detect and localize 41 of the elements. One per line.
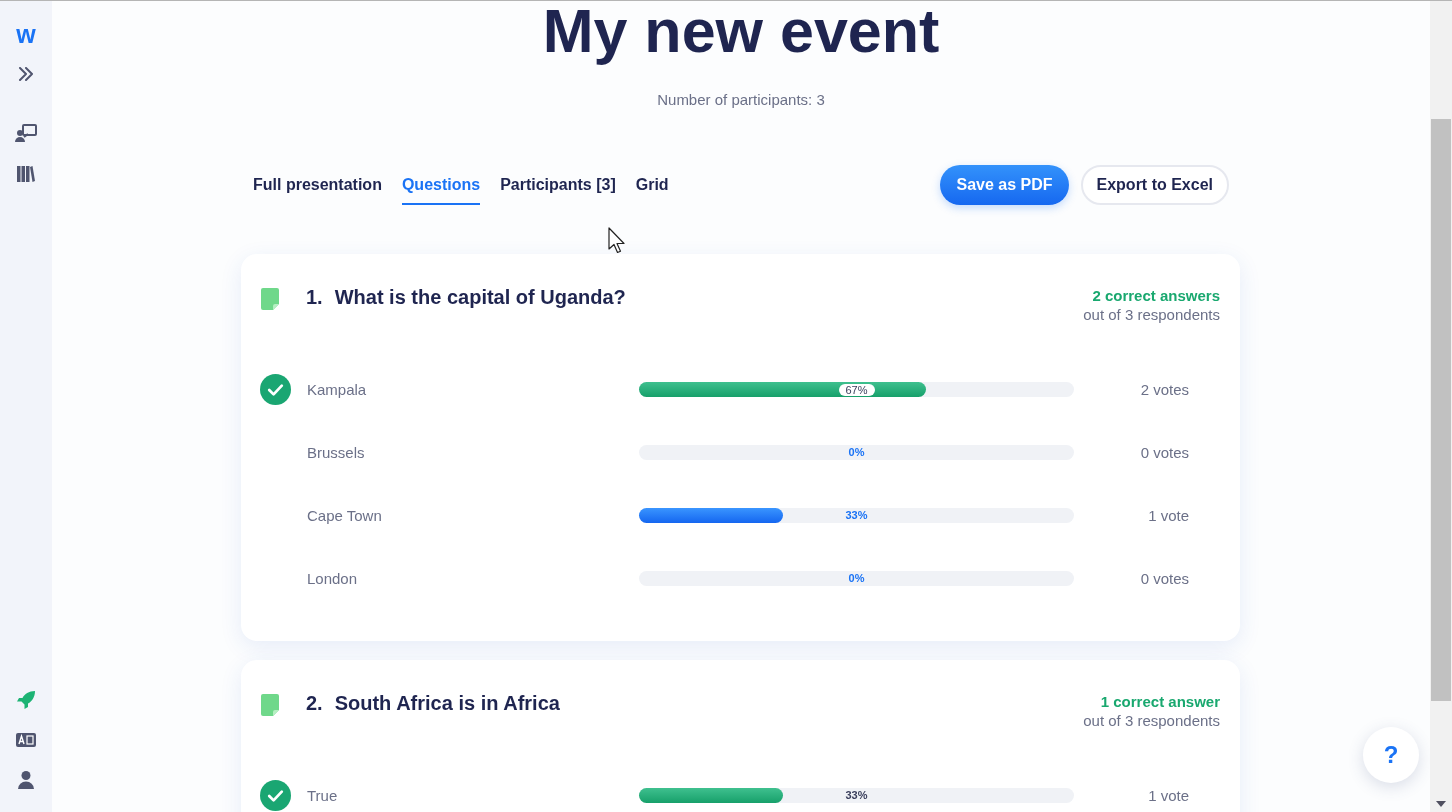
logo[interactable]: w [16, 23, 36, 45]
books-icon[interactable] [17, 164, 35, 182]
question-number: 1. [306, 285, 323, 309]
language-icon[interactable] [16, 733, 36, 747]
user-icon[interactable] [18, 771, 34, 789]
vote-count: 2 votes [1139, 381, 1190, 398]
vote-count: 0 votes [1139, 570, 1190, 587]
question-number: 2. [306, 691, 323, 715]
percent-label: 0% [848, 445, 865, 460]
correct-count: 1 correct answer [1099, 692, 1220, 711]
respondent-count: out of 3 respondents [1083, 711, 1220, 730]
save-pdf-button[interactable]: Save as PDF [940, 165, 1069, 205]
percent-label: 33% [845, 508, 868, 523]
correct-count: 2 correct answers [1091, 286, 1220, 305]
vote-count: 1 vote [1147, 507, 1190, 524]
scroll-down-arrow-icon[interactable] [1436, 801, 1446, 807]
answer-label: Cape Town [307, 507, 383, 524]
presenter-screen-icon[interactable] [15, 124, 37, 142]
answer-label: Brussels [307, 444, 366, 461]
participant-count: Number of participants: 3 [656, 90, 826, 110]
answer-label: London [307, 570, 359, 587]
percent-label: 33% [845, 788, 868, 803]
answer-label: True [307, 787, 339, 804]
export-excel-button[interactable]: Export to Excel [1080, 165, 1229, 205]
tab[interactable]: Participants [3] [500, 165, 616, 205]
answer-label: Kampala [307, 381, 368, 398]
vote-count: 0 votes [1139, 444, 1190, 461]
scrollbar-thumb[interactable] [1431, 119, 1451, 701]
scrollbar[interactable] [1430, 1, 1452, 812]
respondent-count: out of 3 respondents [1083, 305, 1220, 324]
percent-label: 0% [848, 571, 865, 586]
question-title: South Africa is in Africa [334, 691, 560, 715]
help-button[interactable]: ? [1363, 727, 1419, 783]
tab[interactable]: Full presentation [253, 165, 382, 205]
double-chevron-icon[interactable] [18, 67, 34, 81]
tab[interactable]: Grid [635, 165, 669, 205]
document-icon [261, 694, 279, 716]
document-icon [261, 288, 279, 310]
tab[interactable]: Questions [401, 165, 481, 205]
vote-count: 1 vote [1147, 787, 1190, 804]
question-title: What is the capital of Uganda? [334, 285, 626, 309]
